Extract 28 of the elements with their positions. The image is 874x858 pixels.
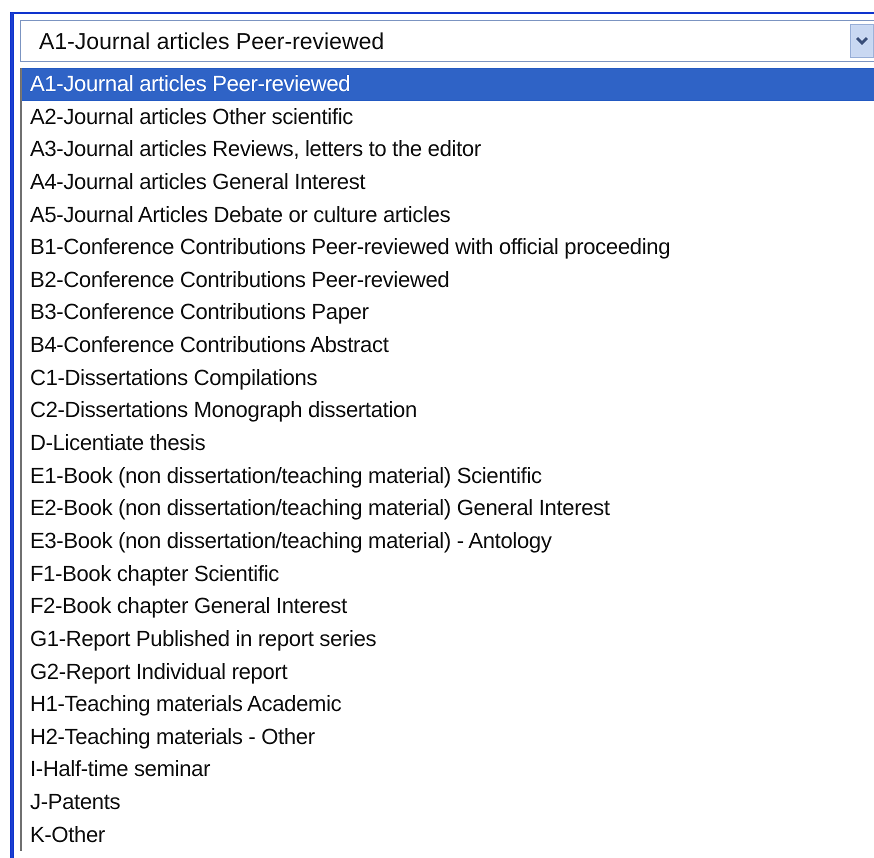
- chevron-icon: [855, 36, 869, 46]
- selected-value: A1-Journal articles Peer-reviewed: [39, 28, 386, 54]
- dropdown-option[interactable]: C1-Dissertations Compilations: [22, 362, 874, 394]
- dropdown-button[interactable]: [850, 24, 874, 58]
- dropdown-option[interactable]: E2-Book (non dissertation/teaching material) General Interest: [22, 492, 874, 525]
- dropdown-option[interactable]: G2-Report Individual report: [22, 656, 874, 688]
- dropdown-option[interactable]: B2-Conference Contributions Peer-reviewed: [22, 264, 874, 296]
- dropdown-option[interactable]: A1-Journal articles Peer-reviewed: [22, 68, 874, 101]
- dropdown-option[interactable]: A4-Journal articles General Interest: [22, 166, 874, 199]
- dropdown-option[interactable]: I-Half-time seminar: [22, 753, 874, 786]
- dropdown-option[interactable]: F2-Book chapter General Interest: [22, 590, 874, 623]
- dropdown-option[interactable]: D-Licentiate thesis: [22, 427, 874, 460]
- dropdown-option[interactable]: A2-Journal articles Other scientific: [22, 100, 874, 134]
- dropdown-option[interactable]: E1-Book (non dissertation/teaching material) Scientific: [22, 460, 874, 492]
- dropdown-option[interactable]: B1-Conference Contributions Peer-reviewed with official proceeding: [22, 231, 874, 264]
- dropdown-option[interactable]: J-Patents: [22, 786, 874, 819]
- dropdown-option[interactable]: B3-Conference Contributions Paper: [22, 296, 874, 330]
- dropdown-option[interactable]: K-Other: [22, 818, 874, 852]
- dropdown-option[interactable]: F1-Book chapter Scientific: [22, 558, 874, 590]
- dropdown-field[interactable]: A1-Journal articles Peer-reviewed: [20, 20, 874, 62]
- dropdown-option[interactable]: H1-Teaching materials Academic: [22, 688, 874, 721]
- dropdown-option[interactable]: A5-Journal Articles Debate or culture articles: [22, 198, 874, 232]
- dropdown-option[interactable]: H2-Teaching materials - Other: [22, 720, 874, 754]
- dropdown-option[interactable]: C2-Dissertations Monograph dissertation: [22, 394, 874, 428]
- dropdown-option[interactable]: A3-Journal articles Reviews, letters to the editor: [22, 133, 874, 166]
- dropdown-option[interactable]: G1-Report Published in report series: [22, 622, 874, 656]
- dropdown-option[interactable]: B4-Conference Contributions Abstract: [22, 329, 874, 362]
- dropdown-option[interactable]: E3-Book (non dissertation/teaching material) - Antology: [22, 524, 874, 558]
